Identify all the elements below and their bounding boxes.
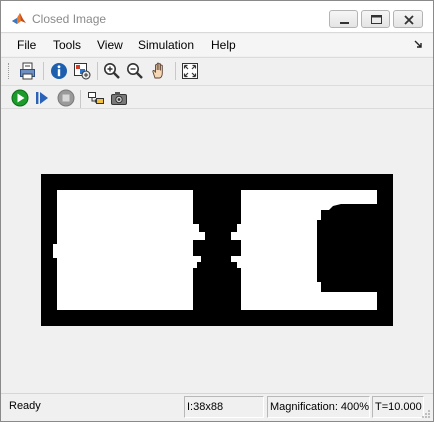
resize-grip-icon[interactable]	[421, 409, 431, 419]
zoom-out-button[interactable]	[125, 61, 145, 81]
step-forward-icon	[36, 92, 48, 104]
highlight-block-icon	[88, 92, 104, 104]
main-toolbar	[1, 57, 433, 85]
close-button[interactable]	[393, 10, 423, 28]
info-button[interactable]	[49, 61, 69, 81]
maximize-icon	[371, 15, 382, 24]
snapshot-button[interactable]	[109, 88, 129, 108]
stop-button[interactable]	[56, 88, 76, 108]
image-properties-button[interactable]	[72, 61, 92, 81]
maximize-button[interactable]	[361, 10, 390, 28]
stop-icon	[57, 89, 75, 107]
simulation-toolbar	[1, 85, 433, 109]
fit-to-window-button[interactable]	[180, 61, 200, 81]
binary-image[interactable]	[41, 174, 393, 326]
zoom-in-icon	[104, 63, 120, 79]
status-bar: Ready I:38x88 Magnification: 400% T=10.0…	[1, 393, 433, 421]
pan-button[interactable]	[149, 61, 169, 81]
info-icon	[51, 63, 67, 79]
toolbar-grip[interactable]	[8, 63, 10, 79]
toolbar-separator	[97, 62, 98, 80]
step-forward-button[interactable]	[33, 88, 53, 108]
minimize-button[interactable]	[329, 10, 358, 28]
minimize-icon	[340, 22, 349, 24]
image-display-panel[interactable]	[9, 115, 427, 389]
magnification-readout: Magnification: 400%	[267, 396, 370, 418]
menu-file[interactable]: File	[17, 38, 36, 52]
time-readout: T=10.000	[372, 396, 424, 418]
image-properties-icon	[74, 63, 91, 80]
run-icon	[11, 89, 29, 107]
fit-to-window-icon	[182, 63, 198, 79]
menu-simulation[interactable]: Simulation	[138, 38, 194, 52]
matlab-logo-icon	[11, 10, 27, 26]
menu-tools[interactable]: Tools	[53, 38, 81, 52]
menu-view[interactable]: View	[97, 38, 123, 52]
run-button[interactable]	[10, 88, 30, 108]
pan-hand-icon	[152, 62, 163, 79]
undock-arrow-icon[interactable]	[414, 40, 423, 49]
video-viewer-window: Closed Image File Tools View Simulation …	[0, 0, 434, 422]
toolbar-separator	[175, 62, 176, 80]
toolbar-separator	[80, 90, 81, 108]
snapshot-camera-icon	[111, 92, 127, 105]
image-size-readout: I:38x88	[184, 396, 264, 418]
window-title: Closed Image	[32, 12, 107, 26]
zoom-out-icon	[127, 63, 143, 79]
toolbar-separator	[43, 62, 44, 80]
status-text: Ready	[9, 400, 41, 412]
print-icon	[20, 62, 35, 80]
close-icon	[404, 15, 414, 25]
title-bar[interactable]: Closed Image	[1, 1, 433, 33]
menu-bar: File Tools View Simulation Help	[1, 34, 433, 56]
highlight-block-button[interactable]	[86, 88, 106, 108]
menu-help[interactable]: Help	[211, 38, 236, 52]
zoom-in-button[interactable]	[102, 61, 122, 81]
print-button[interactable]	[18, 61, 38, 81]
